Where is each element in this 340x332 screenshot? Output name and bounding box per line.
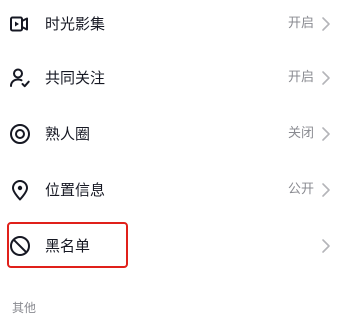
setting-value: 关闭 <box>287 126 314 141</box>
play-film-icon <box>8 12 32 36</box>
chevron-right-icon <box>321 70 331 86</box>
location-pin-icon <box>8 178 32 202</box>
setting-label: 熟人圈 <box>45 125 91 143</box>
setting-label: 共同关注 <box>45 69 106 87</box>
block-prohibited-icon <box>8 234 32 258</box>
target-circle-icon <box>8 122 32 146</box>
setting-row-time-album[interactable]: 时光影集 开启 <box>0 0 340 48</box>
setting-label: 位置信息 <box>45 181 106 199</box>
chevron-right-icon <box>321 238 331 254</box>
setting-value: 公开 <box>287 182 314 197</box>
chevron-right-icon <box>321 16 331 32</box>
chevron-right-icon <box>321 182 331 198</box>
privacy-settings-list: 时光影集 开启 共同关注 开启 熟人圈 关闭 位置信息 公开 黑名单 其他 <box>0 0 340 332</box>
setting-row-mutual-follow[interactable]: 共同关注 开启 <box>0 54 340 102</box>
chevron-right-icon <box>321 126 331 142</box>
setting-row-location[interactable]: 位置信息 公开 <box>0 166 340 214</box>
section-title-other: 其他 <box>12 301 37 315</box>
setting-label: 黑名单 <box>45 237 91 255</box>
setting-label: 时光影集 <box>45 15 106 33</box>
setting-value: 开启 <box>287 70 314 85</box>
person-check-icon <box>8 66 32 90</box>
setting-row-blacklist[interactable]: 黑名单 <box>0 222 340 270</box>
setting-value: 开启 <box>287 16 314 31</box>
setting-row-acquaintance-circle[interactable]: 熟人圈 关闭 <box>0 110 340 158</box>
